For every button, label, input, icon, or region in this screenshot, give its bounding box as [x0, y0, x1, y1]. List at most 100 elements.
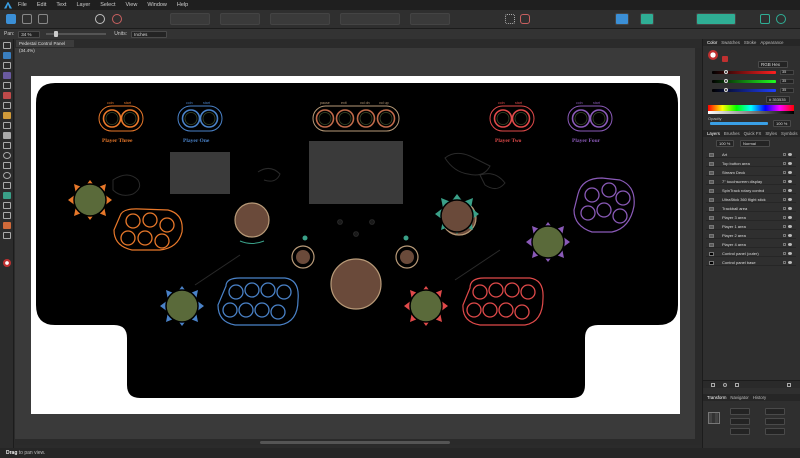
p2-coin-label: coin — [498, 101, 505, 105]
tab-navigator[interactable]: Navigator — [730, 395, 748, 400]
visibility-icon[interactable] — [788, 216, 792, 219]
green-slider[interactable] — [712, 80, 776, 83]
green-knob[interactable] — [724, 79, 728, 83]
layer-name: Player 3 area — [722, 215, 746, 220]
layer-row[interactable]: UltraStick 360 flight stick — [706, 196, 796, 203]
tab-layers[interactable]: Layers — [707, 131, 720, 136]
status-text: to pan view. — [18, 450, 46, 456]
tab-brushes[interactable]: Brushes — [724, 131, 740, 136]
opacity-label: Opacity — [708, 116, 722, 121]
pause-label: pause — [320, 101, 330, 105]
layer-row[interactable]: SpinTrack rotary control — [706, 187, 796, 194]
tab-quickfx[interactable]: Quick FX — [744, 131, 762, 136]
fx-icon[interactable] — [735, 383, 739, 387]
green-value[interactable]: 35 — [780, 79, 794, 84]
layer-row[interactable]: 7" touchscreen display — [706, 178, 796, 185]
shear-field[interactable] — [765, 428, 785, 435]
y-field[interactable] — [730, 418, 750, 425]
blue-slider[interactable] — [712, 89, 776, 92]
layer-row[interactable]: Player 2 area — [706, 232, 796, 239]
tab-styles[interactable]: Styles — [765, 131, 777, 136]
visibility-icon[interactable] — [788, 225, 792, 228]
layer-row[interactable]: Top button area — [706, 160, 796, 167]
red-knob[interactable] — [724, 70, 728, 74]
visibility-icon[interactable] — [788, 243, 792, 246]
status-bar: Drag to pan view. — [0, 448, 800, 458]
adjustment-icon[interactable] — [723, 383, 727, 387]
fill-swatch-icon[interactable] — [708, 50, 718, 60]
touchscreen-display — [309, 141, 403, 204]
status-bold: Drag — [6, 450, 18, 456]
stream-deck — [170, 152, 230, 194]
layer-name: Player 2 area — [722, 233, 746, 238]
height-field[interactable] — [765, 418, 785, 425]
p3-start-label: start — [124, 101, 131, 105]
add-layer-icon[interactable] — [711, 383, 715, 387]
layer-name: Player 4 area — [722, 242, 746, 247]
blue-knob[interactable] — [724, 88, 728, 92]
layer-row[interactable]: Control panel (outer) — [706, 250, 796, 257]
layer-row[interactable]: Player 3 area — [706, 214, 796, 221]
visibility-icon[interactable] — [788, 261, 792, 264]
visibility-icon[interactable] — [788, 153, 792, 156]
vol-up-label: vol up — [379, 101, 389, 105]
visibility-icon[interactable] — [788, 207, 792, 210]
layer-row[interactable]: Trackball area — [706, 205, 796, 212]
rotation-field[interactable] — [730, 428, 750, 435]
exit-label: exit — [341, 101, 347, 105]
layer-name: SpinTrack rotary control — [722, 188, 765, 193]
opacity-slider[interactable] — [710, 122, 768, 125]
layer-name: 7" touchscreen display — [722, 179, 763, 184]
hex-field[interactable]: # 353535 — [766, 96, 790, 103]
blend-mode-select[interactable]: Normal — [740, 140, 770, 147]
layer-row[interactable]: Stream Deck — [706, 169, 796, 176]
vertical-scrollbar[interactable] — [695, 48, 701, 439]
delete-layer-icon[interactable] — [787, 383, 791, 387]
layer-row[interactable]: Control panel base — [706, 259, 796, 266]
player-four-title: Player Four — [572, 138, 601, 144]
p3-coin-label: coin — [107, 101, 114, 105]
tab-appearance[interactable]: Appearance — [760, 40, 783, 45]
tab-history[interactable]: History — [753, 395, 766, 400]
visibility-icon[interactable] — [788, 171, 792, 174]
visibility-icon[interactable] — [788, 180, 792, 183]
grayscale-strip[interactable] — [708, 111, 794, 114]
layer-name: Stream Deck — [722, 170, 746, 175]
p4-coin-label: coin — [576, 101, 583, 105]
p3-joystick — [68, 180, 112, 220]
layer-name: Trackball area — [722, 206, 748, 211]
visibility-icon[interactable] — [788, 198, 792, 201]
tab-symbols[interactable]: Symbols — [781, 131, 797, 136]
stroke-swatch-icon[interactable] — [722, 56, 728, 62]
width-field[interactable] — [765, 408, 785, 415]
p2-joystick-upper — [435, 194, 479, 234]
p2-start-label: start — [515, 101, 522, 105]
layer-name: UltraStick 360 flight stick — [722, 197, 766, 202]
opacity-value[interactable]: 100 % — [773, 120, 791, 127]
visibility-icon[interactable] — [788, 252, 792, 255]
anchor-grid-icon[interactable] — [708, 412, 720, 424]
visibility-icon[interactable] — [788, 189, 792, 192]
visibility-icon[interactable] — [788, 162, 792, 165]
tab-stroke[interactable]: Stroke — [744, 40, 756, 45]
x-field[interactable] — [730, 408, 750, 415]
red-slider[interactable] — [712, 71, 776, 74]
red-value[interactable]: 35 — [780, 70, 794, 75]
control-panel-drawing[interactable]: coin start coin start pause exit vol dn … — [0, 0, 800, 458]
player-one-title: Player One — [183, 138, 210, 144]
horizontal-scroll-thumb[interactable] — [260, 441, 450, 444]
visibility-icon[interactable] — [788, 234, 792, 237]
blue-value[interactable]: 35 — [780, 88, 794, 93]
color-model-select[interactable]: RGB Hex — [758, 61, 788, 68]
layer-row[interactable]: Player 4 area — [706, 241, 796, 248]
layer-row[interactable]: Player 1 area — [706, 223, 796, 230]
layer-name: Control panel (outer) — [722, 251, 759, 256]
layer-opacity[interactable]: 100 % — [716, 140, 734, 147]
player-two-title: Player Two — [495, 138, 522, 144]
tab-swatches[interactable]: Swatches — [721, 40, 740, 45]
layer-row[interactable]: Art — [706, 151, 796, 158]
player-three-title: Player Three — [102, 138, 133, 144]
tab-transform[interactable]: Transform — [707, 395, 726, 400]
tab-color[interactable]: Color — [707, 40, 717, 45]
layer-name: Player 1 area — [722, 224, 746, 229]
